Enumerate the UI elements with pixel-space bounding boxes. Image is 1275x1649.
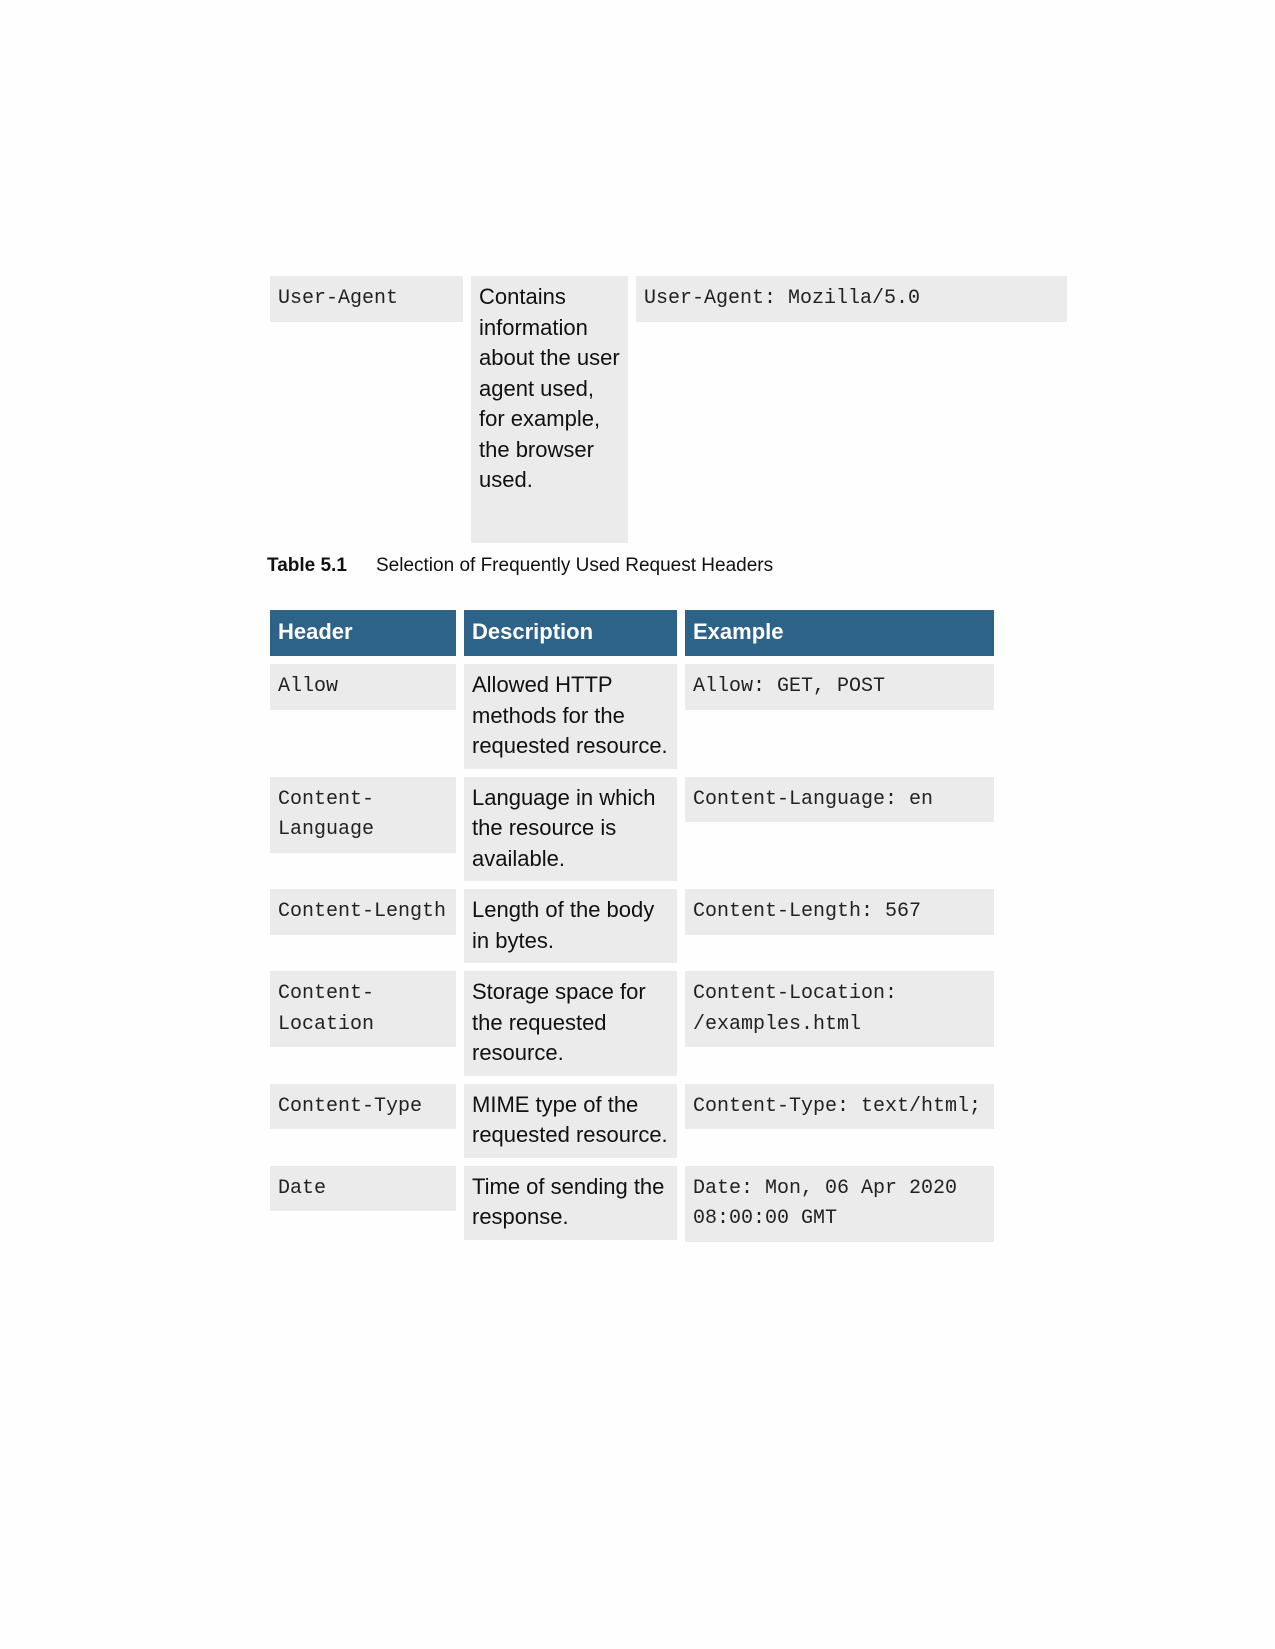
description-cell: Time of sending the response. — [464, 1165, 677, 1240]
description-cell: Language in which the resource is availa… — [464, 776, 677, 881]
table-caption: Table 5.1 Selection of Frequently Used Re… — [267, 555, 773, 577]
table-row: Date Time of sending the response. Date:… — [270, 1165, 994, 1242]
header-name-cell: User-Agent — [270, 276, 463, 322]
example-cell: User-Agent: Mozilla/5.0 — [636, 276, 1067, 322]
table-caption-text: Selection of Frequently Used Request Hea… — [376, 555, 774, 576]
header-name-cell: Allow — [270, 664, 456, 710]
example-cell: Content-Length: 567 — [685, 889, 994, 935]
column-header-description: Description — [464, 610, 677, 656]
example-cell: Date: Mon, 06 Apr 2020 08:00:00 GMT — [685, 1165, 994, 1242]
example-cell: Content-Type: text/html; — [685, 1083, 994, 1129]
column-header-example: Example — [685, 610, 994, 656]
description-cell: Contains information about the user agen… — [471, 276, 628, 543]
table-header-row: Header Description Example — [270, 610, 994, 656]
description-cell: Allowed HTTP methods for the requested r… — [464, 664, 677, 769]
continued-table: User-Agent Contains information about th… — [270, 276, 1067, 543]
example-cell: Content-Language: en — [685, 776, 994, 822]
header-name-cell: Date — [270, 1165, 456, 1211]
column-header-header: Header — [270, 610, 456, 656]
example-cell: Allow: GET, POST — [685, 664, 994, 710]
description-cell: Storage space for the requested resource… — [464, 971, 677, 1076]
document-page: User-Agent Contains information about th… — [0, 0, 1275, 1649]
example-cell: Content-Location: /examples.html — [685, 971, 994, 1047]
header-name-cell: Content-Type — [270, 1083, 456, 1129]
table-row: User-Agent Contains information about th… — [270, 276, 1067, 543]
header-name-cell: Content-Length — [270, 889, 456, 935]
table-row: Allow Allowed HTTP methods for the reque… — [270, 664, 994, 769]
table-row: Content-Type MIME type of the requested … — [270, 1083, 994, 1158]
header-name-cell: Content-Language — [270, 776, 456, 853]
table-caption-label: Table 5.1 — [267, 555, 347, 576]
header-name-cell: Content-Location — [270, 971, 456, 1047]
table-row: Content-Language Language in which the r… — [270, 776, 994, 881]
description-cell: MIME type of the requested resource. — [464, 1083, 677, 1158]
request-headers-table: Header Description Example Allow Allowed… — [270, 610, 994, 1250]
table-row: Content-Length Length of the body in byt… — [270, 889, 994, 963]
table-row: Content-Location Storage space for the r… — [270, 971, 994, 1076]
description-cell: Length of the body in bytes. — [464, 889, 677, 963]
